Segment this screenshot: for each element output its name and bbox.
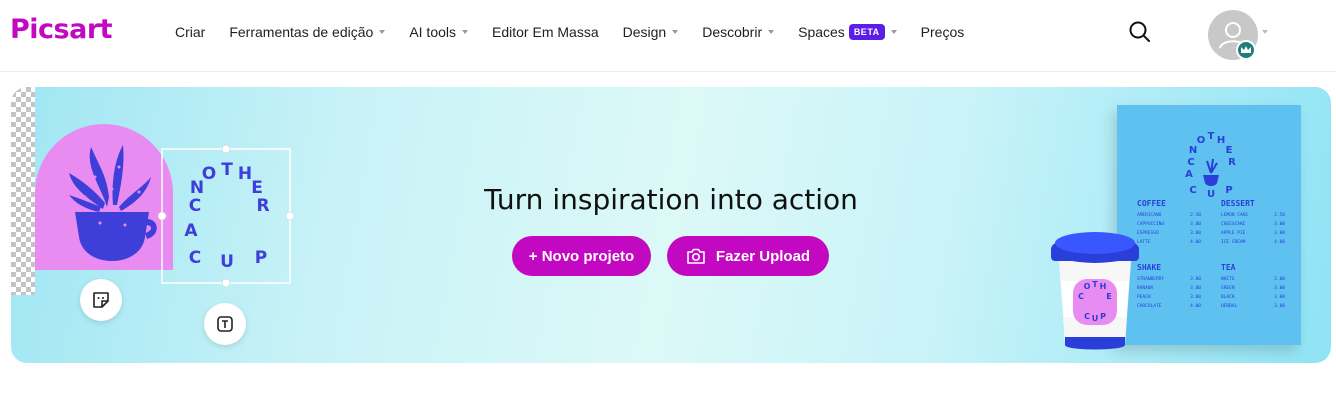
svg-text:U: U [1207,189,1215,200]
svg-text:T: T [1092,280,1098,289]
nav-label: Editor Em Massa [492,24,599,40]
nav-item-precos[interactable]: Preços [921,24,965,40]
menu-item: WHITE 3.00 [1221,277,1285,282]
menu-item: BLACK 3.00 [1221,295,1285,300]
chevron-down-icon [462,30,469,34]
chevron-down-icon [890,30,897,34]
hero-banner: CAN OTH ER CUP Turn inspiration into act… [11,87,1331,363]
svg-text:O: O [202,164,216,184]
nav-label: Spaces [798,24,845,40]
svg-text:N: N [1189,145,1197,156]
top-header: Picsart Criar Ferramentas de edição AI t… [0,0,1336,72]
menu-item: LEMON CAKE 2.50 [1221,213,1285,218]
menu-item: LATTE 4.00 [1137,240,1201,245]
nav-label: Descobrir [702,24,763,40]
upload-button[interactable]: Fazer Upload [667,236,829,276]
picsart-logo[interactable]: Picsart [10,14,113,45]
svg-text:U: U [220,252,234,272]
svg-text:C: C [1084,312,1090,321]
nav-item-spaces[interactable]: Spaces BETA [798,24,897,40]
menu-section-title: DESSERT [1221,199,1255,208]
chevron-down-icon [379,30,386,34]
svg-text:C: C [1189,185,1196,196]
new-project-button[interactable]: + Novo projeto [512,236,651,276]
nav-item-editor-em-massa[interactable]: Editor Em Massa [492,24,599,40]
svg-text:E: E [1106,292,1111,301]
svg-text:C: C [1187,157,1194,168]
svg-text:T: T [1208,131,1215,142]
menu-item: ICE CREAM 4.00 [1221,240,1285,245]
menu-item: PEACH 3.00 [1137,295,1201,300]
nav-item-ferramentas[interactable]: Ferramentas de edição [229,24,386,40]
menu-item: CAPPUCCINO 3.00 [1137,222,1201,227]
nav-item-ai-tools[interactable]: AI tools [409,24,469,40]
nav-label: Preços [920,24,965,40]
menu-item: BANANA 3.00 [1137,286,1201,291]
svg-text:P: P [1225,185,1232,196]
svg-text:O: O [1197,135,1206,146]
menu-logo: CAN OTH ER CUP [1185,131,1236,200]
menu-item: CHOCOLATE 4.00 [1137,304,1201,309]
svg-text:H: H [238,164,252,184]
nav-label: AI tools [409,24,457,40]
search-button[interactable] [1126,18,1154,46]
svg-text:C: C [1078,292,1084,301]
menu-item: ESPRESSO 3.00 [1137,231,1201,236]
nav-item-design[interactable]: Design [623,24,679,40]
menu-section-title: TEA [1221,263,1236,272]
menu-item: STRAWBERRY 3.00 [1137,277,1201,282]
coffee-cup-illustration: CO T HE CUP [1051,232,1139,350]
menu-item: HERBAL 3.00 [1221,304,1285,309]
svg-text:U: U [1092,314,1099,323]
text-icon [217,316,233,332]
main-nav: Criar Ferramentas de edição AI tools Edi… [175,22,988,42]
nav-item-criar[interactable]: Criar [175,24,205,40]
nav-label: Ferramentas de edição [229,24,374,40]
svg-text:H: H [1217,135,1225,146]
circular-text-sticker[interactable]: CAN OTH ER CUP [157,143,293,289]
menu-section-title: COFFEE [1137,199,1166,208]
sticker-icon [93,292,109,308]
sticker-tool-button[interactable] [80,279,122,321]
svg-text:P: P [255,248,267,268]
beta-badge: BETA [848,24,885,40]
nav-item-descobrir[interactable]: Descobrir [702,24,775,40]
svg-text:T: T [221,160,233,180]
svg-text:R: R [1228,157,1236,168]
crown-icon [1236,40,1256,60]
nav-label: Design [622,24,667,40]
svg-text:A: A [184,221,198,241]
chevron-down-icon [672,30,679,34]
upload-label: Fazer Upload [715,247,811,265]
svg-text:C: C [189,248,201,268]
menu-item: GREEN 3.00 [1221,286,1285,291]
menu-item: APPLE PIE 3.00 [1221,231,1285,236]
text-tool-button[interactable] [204,303,246,345]
chevron-down-icon [768,30,775,34]
svg-text:A: A [1185,169,1193,180]
svg-text:E: E [1226,145,1233,156]
svg-text:O: O [1084,282,1091,291]
search-icon [1129,21,1150,42]
camera-icon [687,248,705,264]
account-dropdown-icon[interactable] [1262,30,1268,34]
svg-text:P: P [1100,312,1106,321]
menu-item: AMERICANO 2.50 [1137,213,1201,218]
menu-item: CHEESCAKE 3.00 [1221,222,1285,227]
nav-label: Criar [175,24,206,40]
svg-text:H: H [1100,282,1107,291]
